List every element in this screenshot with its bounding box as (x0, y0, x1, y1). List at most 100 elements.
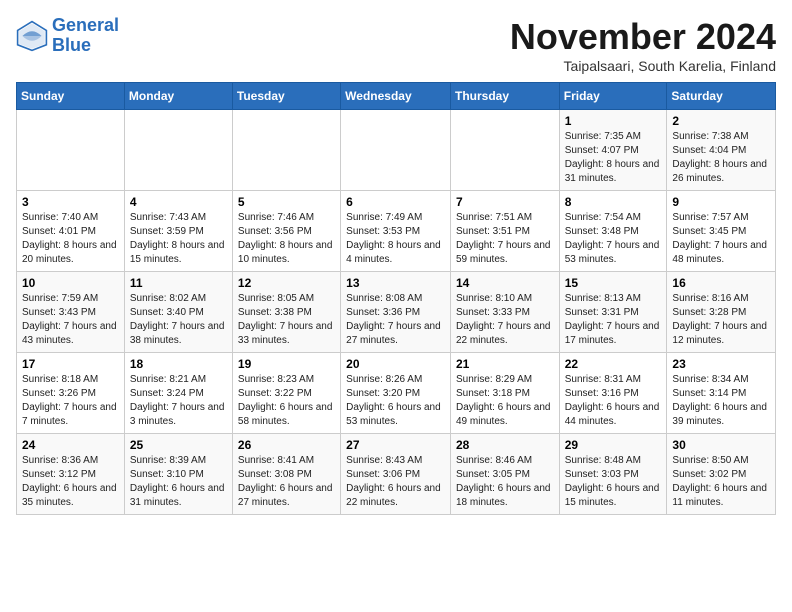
weekday-header: Saturday (667, 83, 776, 110)
weekday-header: Tuesday (232, 83, 340, 110)
calendar-cell: 29 Sunrise: 8:48 AMSunset: 3:03 PMDayligh… (559, 434, 667, 515)
day-number: 10 (22, 276, 119, 290)
day-number: 12 (238, 276, 335, 290)
day-info: Sunrise: 7:51 AMSunset: 3:51 PMDaylight:… (456, 211, 554, 267)
calendar-cell: 6Sunrise: 7:49 AMSunset: 3:53 PMDaylight… (341, 191, 451, 272)
day-number: 11 (130, 276, 227, 290)
calendar-cell: 28Sunrise: 8:46 AMSunset: 3:05 PMDayligh… (450, 434, 559, 515)
calendar-cell: 12 Sunrise: 8:05 AMSunset: 3:38 PMDayligh… (232, 272, 340, 353)
day-number: 15 (565, 276, 662, 290)
day-number: 8 (565, 195, 662, 209)
calendar-cell (124, 110, 232, 191)
logo: General Blue (16, 16, 119, 56)
day-info: Sunrise: 8:21 AMSunset: 3:24 PMDaylight:… (130, 373, 227, 429)
calendar-week-row: 24 Sunrise: 8:36 AMSunset: 3:12 PMDayligh… (17, 434, 776, 515)
calendar-week-row: 10 Sunrise: 7:59 AMSunset: 3:43 PMDayligh… (17, 272, 776, 353)
day-number: 16 (672, 276, 770, 290)
calendar-week-row: 17 Sunrise: 8:18 AMSunset: 3:26 PMDayligh… (17, 353, 776, 434)
day-info: Sunrise: 8:36 AMSunset: 3:12 PMDaylight:… (22, 454, 119, 510)
calendar-cell: 27Sunrise: 8:43 AMSunset: 3:06 PMDayligh… (341, 434, 451, 515)
calendar-cell: 22Sunrise: 8:31 AMSunset: 3:16 PMDayligh… (559, 353, 667, 434)
day-info: Sunrise: 7:49 AMSunset: 3:53 PMDaylight:… (346, 211, 445, 267)
day-info: Sunrise: 8:08 AMSunset: 3:36 PMDaylight:… (346, 292, 445, 348)
calendar-cell: 2 Sunrise: 7:38 AMSunset: 4:04 PMDaylight… (667, 110, 776, 191)
day-info: Sunrise: 8:05 AMSunset: 3:38 PMDaylight:… (238, 292, 335, 348)
day-info: Sunrise: 8:26 AMSunset: 3:20 PMDaylight:… (346, 373, 445, 429)
day-info: Sunrise: 8:48 AMSunset: 3:03 PMDaylight:… (565, 454, 662, 510)
weekday-header: Friday (559, 83, 667, 110)
day-info: Sunrise: 8:13 AMSunset: 3:31 PMDaylight:… (565, 292, 662, 348)
calendar-cell: 21Sunrise: 8:29 AMSunset: 3:18 PMDayligh… (450, 353, 559, 434)
calendar-cell: 14 Sunrise: 8:10 AMSunset: 3:33 PMDayligh… (450, 272, 559, 353)
calendar-cell: 11 Sunrise: 8:02 AMSunset: 3:40 PMDayligh… (124, 272, 232, 353)
calendar-cell: 23Sunrise: 8:34 AMSunset: 3:14 PMDayligh… (667, 353, 776, 434)
day-info: Sunrise: 7:54 AMSunset: 3:48 PMDaylight:… (565, 211, 662, 267)
day-info: Sunrise: 8:02 AMSunset: 3:40 PMDaylight:… (130, 292, 227, 348)
day-number: 25 (130, 438, 227, 452)
day-info: Sunrise: 8:23 AMSunset: 3:22 PMDaylight:… (238, 373, 335, 429)
weekday-header: Monday (124, 83, 232, 110)
day-info: Sunrise: 8:18 AMSunset: 3:26 PMDaylight:… (22, 373, 119, 429)
calendar-cell: 1Sunrise: 7:35 AMSunset: 4:07 PMDaylight… (559, 110, 667, 191)
weekday-header: Thursday (450, 83, 559, 110)
day-info: Sunrise: 8:10 AMSunset: 3:33 PMDaylight:… (456, 292, 554, 348)
calendar-cell: 15 Sunrise: 8:13 AMSunset: 3:31 PMDayligh… (559, 272, 667, 353)
title-area: November 2024 Taipalsaari, South Karelia… (510, 16, 776, 74)
day-number: 18 (130, 357, 227, 371)
day-number: 9 (672, 195, 770, 209)
calendar-cell: 24 Sunrise: 8:36 AMSunset: 3:12 PMDayligh… (17, 434, 125, 515)
calendar-cell: 20Sunrise: 8:26 AMSunset: 3:20 PMDayligh… (341, 353, 451, 434)
logo-text: General Blue (52, 16, 119, 56)
day-info: Sunrise: 8:16 AMSunset: 3:28 PMDaylight:… (672, 292, 770, 348)
day-number: 7 (456, 195, 554, 209)
header: General Blue November 2024 Taipalsaari, … (16, 16, 776, 74)
calendar-cell: 8 Sunrise: 7:54 AMSunset: 3:48 PMDaylight… (559, 191, 667, 272)
day-number: 14 (456, 276, 554, 290)
calendar-cell: 17 Sunrise: 8:18 AMSunset: 3:26 PMDayligh… (17, 353, 125, 434)
logo-icon (16, 20, 48, 52)
location: Taipalsaari, South Karelia, Finland (510, 58, 776, 74)
calendar-cell: 10 Sunrise: 7:59 AMSunset: 3:43 PMDayligh… (17, 272, 125, 353)
weekday-header: Sunday (17, 83, 125, 110)
day-info: Sunrise: 8:31 AMSunset: 3:16 PMDaylight:… (565, 373, 662, 429)
calendar-cell: 7 Sunrise: 7:51 AMSunset: 3:51 PMDaylight… (450, 191, 559, 272)
calendar-cell: 9 Sunrise: 7:57 AMSunset: 3:45 PMDaylight… (667, 191, 776, 272)
day-number: 4 (130, 195, 227, 209)
day-info: Sunrise: 8:41 AMSunset: 3:08 PMDaylight:… (238, 454, 335, 510)
day-info: Sunrise: 7:38 AMSunset: 4:04 PMDaylight:… (672, 130, 770, 186)
calendar-cell: 5Sunrise: 7:46 AMSunset: 3:56 PMDaylight… (232, 191, 340, 272)
day-info: Sunrise: 8:39 AMSunset: 3:10 PMDaylight:… (130, 454, 227, 510)
day-number: 27 (346, 438, 445, 452)
day-info: Sunrise: 7:57 AMSunset: 3:45 PMDaylight:… (672, 211, 770, 267)
calendar-cell: 16 Sunrise: 8:16 AMSunset: 3:28 PMDayligh… (667, 272, 776, 353)
calendar-cell: 25 Sunrise: 8:39 AMSunset: 3:10 PMDayligh… (124, 434, 232, 515)
calendar-table: SundayMondayTuesdayWednesdayThursdayFrid… (16, 82, 776, 515)
calendar-cell: 30 Sunrise: 8:50 AMSunset: 3:02 PMDayligh… (667, 434, 776, 515)
day-info: Sunrise: 8:50 AMSunset: 3:02 PMDaylight:… (672, 454, 770, 510)
calendar-cell: 18 Sunrise: 8:21 AMSunset: 3:24 PMDayligh… (124, 353, 232, 434)
day-number: 19 (238, 357, 335, 371)
day-info: Sunrise: 8:34 AMSunset: 3:14 PMDaylight:… (672, 373, 770, 429)
calendar-cell: 19 Sunrise: 8:23 AMSunset: 3:22 PMDayligh… (232, 353, 340, 434)
day-number: 3 (22, 195, 119, 209)
day-info: Sunrise: 7:40 AMSunset: 4:01 PMDaylight:… (22, 211, 119, 267)
month-title: November 2024 (510, 16, 776, 58)
day-number: 17 (22, 357, 119, 371)
day-info: Sunrise: 7:46 AMSunset: 3:56 PMDaylight:… (238, 211, 335, 267)
day-info: Sunrise: 8:46 AMSunset: 3:05 PMDaylight:… (456, 454, 554, 510)
day-number: 24 (22, 438, 119, 452)
day-number: 30 (672, 438, 770, 452)
day-info: Sunrise: 7:35 AMSunset: 4:07 PMDaylight:… (565, 130, 662, 186)
day-number: 29 (565, 438, 662, 452)
calendar-cell: 4 Sunrise: 7:43 AMSunset: 3:59 PMDaylight… (124, 191, 232, 272)
calendar-cell: 3 Sunrise: 7:40 AMSunset: 4:01 PMDaylight… (17, 191, 125, 272)
day-number: 13 (346, 276, 445, 290)
calendar-cell: 26Sunrise: 8:41 AMSunset: 3:08 PMDayligh… (232, 434, 340, 515)
day-info: Sunrise: 7:59 AMSunset: 3:43 PMDaylight:… (22, 292, 119, 348)
day-info: Sunrise: 8:29 AMSunset: 3:18 PMDaylight:… (456, 373, 554, 429)
calendar-week-row: 3 Sunrise: 7:40 AMSunset: 4:01 PMDaylight… (17, 191, 776, 272)
day-number: 2 (672, 114, 770, 128)
weekday-header: Wednesday (341, 83, 451, 110)
calendar-week-row: 1Sunrise: 7:35 AMSunset: 4:07 PMDaylight… (17, 110, 776, 191)
day-info: Sunrise: 7:43 AMSunset: 3:59 PMDaylight:… (130, 211, 227, 267)
